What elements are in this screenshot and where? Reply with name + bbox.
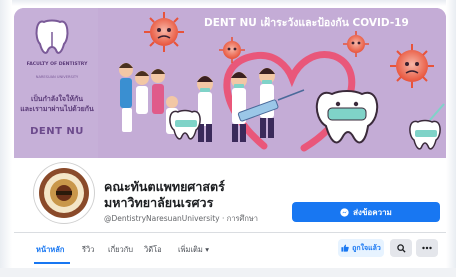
university-name: NARESUAN UNIVERSITY [35,75,79,79]
page-title-line-2: มหาวิทยาลัยนเรศวร [104,195,214,210]
page-title-line-1: คณะทันตแพทยศาสตร์ [104,179,225,194]
more-icon [422,246,432,250]
slogan-line-2: และเรามาผ่านไปด้วยกัน [20,105,94,113]
tab-videos[interactable]: วิดีโอ [144,244,162,256]
messenger-icon [340,207,349,217]
avatar[interactable] [34,163,94,223]
tab-about[interactable]: เกี่ยวกับ [108,244,133,256]
faculty-name: FACULTY OF DENTISTRY [26,62,88,67]
cover-title: DENT NU เฝ้าระวังและป้องกัน COVID-19 [204,17,409,29]
liked-button[interactable]: ถูกใจแล้ว [338,239,384,257]
virus-icon [144,12,184,52]
page-handle: @DentistryNaresuanUniversity · การศึกษา [104,214,259,223]
send-message-button[interactable]: ส่งข้อความ [292,202,440,222]
frame-edge-left [0,0,12,277]
liked-label: ถูกใจแล้ว [352,243,381,252]
feed-background [0,268,456,277]
thumbs-up-icon [341,244,349,252]
cover-photo[interactable]: FACULTY OF DENTISTRY NARESUAN UNIVERSITY… [14,8,446,158]
header-divider [14,232,446,233]
page-title: คณะทันตแพทยศาสตร์ มหาวิทยาลัยนเรศวร [104,179,225,211]
search-button[interactable] [390,239,412,257]
cover-slogan: เป็นกำลังใจให้กัน และเรามาผ่านไปด้วยกัน [18,94,96,114]
frame-edge-right [446,0,456,277]
frame-edge-top [0,0,456,6]
search-icon [396,243,406,253]
tab-reviews[interactable]: รีวิว [82,244,94,256]
cover-brand: DENT NU [30,126,84,137]
active-tab-indicator [34,262,70,264]
tab-home[interactable]: หน้าหลัก [36,244,64,256]
university-seal-icon [37,166,91,220]
facebook-page-header: FACULTY OF DENTISTRY NARESUAN UNIVERSITY… [0,0,456,277]
send-message-label: ส่งข้อความ [353,207,392,217]
more-options-button[interactable] [416,239,438,257]
slogan-line-1: เป็นกำลังใจให้กัน [30,95,84,103]
tab-more[interactable]: เพิ่มเติม ▾ [178,244,209,256]
